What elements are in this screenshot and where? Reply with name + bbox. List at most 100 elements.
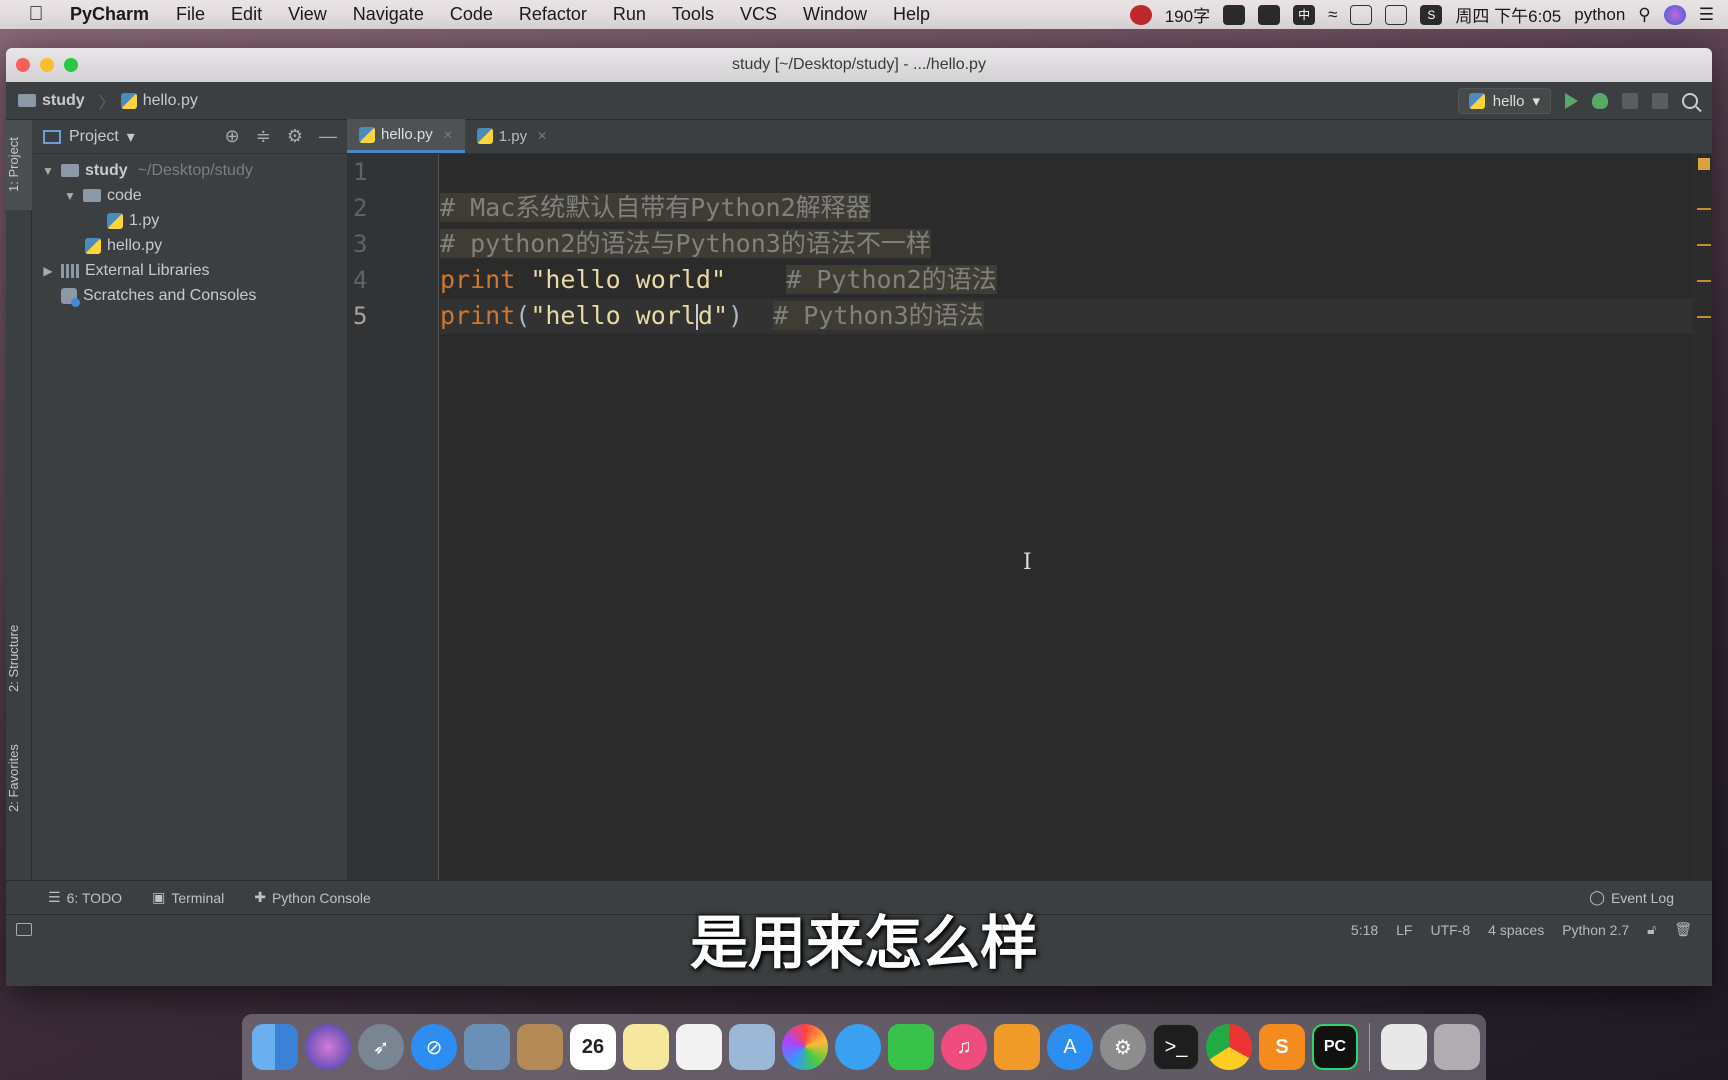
spotlight-icon[interactable]: ⚲ [1638,5,1650,25]
gear-icon[interactable]: ⚙ [287,126,303,147]
image-capture-icon[interactable] [729,1024,775,1070]
calendar-day: 26 [581,1035,605,1058]
menu-vcs[interactable]: VCS [727,4,790,25]
siri-icon[interactable] [1663,4,1686,25]
shield-tray-icon[interactable] [1258,4,1281,25]
clock[interactable]: 周四 下午6:05 [1455,2,1561,27]
messages-icon[interactable] [835,1024,881,1070]
contacts-icon[interactable] [517,1024,563,1070]
tree-item-code[interactable]: ▼ code [33,183,347,208]
menu-edit[interactable]: Edit [218,4,275,25]
tree-item-scratches[interactable]: Scratches and Consoles [33,283,347,308]
menu-tools[interactable]: Tools [659,4,727,25]
search-everywhere-icon[interactable] [1682,93,1698,109]
launchpad-icon[interactable]: ➶ [358,1024,404,1070]
debug-button[interactable] [1592,93,1608,109]
terminal-icon[interactable]: >_ [1153,1024,1199,1070]
notes-icon[interactable] [623,1024,669,1070]
pycharm-icon[interactable]: PC [1312,1024,1358,1070]
ibooks-icon[interactable] [994,1024,1040,1070]
error-stripe-mark[interactable] [1697,316,1711,318]
battery-icon[interactable] [1385,4,1408,25]
close-tab-icon[interactable]: ✕ [443,128,453,142]
tab-label: 1.py [498,127,528,145]
menu-window[interactable]: Window [790,4,880,25]
code-line-1[interactable] [440,154,1692,190]
menu-run[interactable]: Run [600,4,659,25]
tree-item-1py[interactable]: 1.py [33,208,347,233]
menu-file[interactable]: File [163,4,218,25]
tree-item-external-libraries[interactable]: ▶ External Libraries [33,258,347,283]
run-with-coverage-button[interactable] [1622,93,1638,109]
run-configuration-select[interactable]: hello ▾ [1457,88,1551,114]
menu-app-name[interactable]: PyCharm [70,4,149,25]
tree-item-hello-py[interactable]: hello.py [33,233,347,258]
itunes-icon[interactable]: ♫ [941,1024,987,1070]
tool-tab-structure[interactable]: 2: Structure [6,608,32,708]
tool-tab-project[interactable]: 1: Project [6,120,32,210]
code-line-5[interactable]: print("hello world") # Python3的语法 [440,298,1692,334]
weibo-icon[interactable] [1129,4,1152,25]
menu-help[interactable]: Help [880,4,943,25]
menu-navigate[interactable]: Navigate [340,4,437,25]
tray-app-icon[interactable] [1223,4,1246,25]
tool-tab-favorites[interactable]: 2: Favorites [6,728,32,828]
trash-icon[interactable] [1434,1024,1480,1070]
code-line-4[interactable]: print "hello world" # Python2的语法 [440,262,1692,298]
stop-button[interactable] [1652,93,1668,109]
wifi-icon[interactable]: ≈ [1328,5,1337,25]
expand-arrow-icon[interactable]: ▶ [41,264,55,278]
hide-panel-icon[interactable]: — [319,126,337,147]
breadcrumb-file[interactable]: hello.py [143,92,198,110]
siri-icon[interactable] [305,1024,351,1070]
menu-view[interactable]: View [275,4,340,25]
airplay-icon[interactable] [1350,4,1373,25]
warning-indicator-icon[interactable] [1698,158,1710,170]
calendar-icon[interactable]: 26 [570,1024,616,1070]
photos-icon[interactable] [782,1024,828,1070]
expand-arrow-icon[interactable]: ▼ [41,164,55,178]
python-file-icon [476,128,493,144]
apple-icon[interactable]:  [16,3,56,26]
menu-extras: 190字 中 ≈ S 周四 下午6:05 python ⚲ ☰ [1129,0,1728,29]
menu-refactor[interactable]: Refactor [506,4,600,25]
error-stripe-mark[interactable] [1697,280,1711,282]
finder-icon[interactable] [252,1024,298,1070]
project-panel-actions: ⊕ ≑ ⚙ — [225,126,337,147]
menu-code[interactable]: Code [437,4,506,25]
system-preferences-icon[interactable]: ⚙ [1100,1024,1146,1070]
facetime-icon[interactable] [888,1024,934,1070]
sublime-text-icon[interactable]: S [1259,1024,1305,1070]
preview-icon[interactable] [464,1024,510,1070]
run-button[interactable] [1565,93,1578,109]
project-view-select[interactable]: Project [69,128,119,146]
downloads-stack-icon[interactable] [1381,1024,1427,1070]
code-area[interactable]: 1 2 3 4 5 # Mac系统默认自带有Python2解释器 # pytho… [347,154,1712,880]
error-stripe-mark[interactable] [1697,244,1711,246]
notification-center-icon[interactable]: ☰ [1699,5,1714,25]
collapse-all-icon[interactable]: ≑ [256,126,271,147]
reminders-icon[interactable] [676,1024,722,1070]
chevron-down-icon[interactable]: ▾ [127,127,135,147]
tab-hello-py[interactable]: hello.py ✕ [347,119,465,153]
chrome-icon[interactable] [1206,1024,1252,1070]
code-line-3[interactable]: # python2的语法与Python3的语法不一样 [440,226,1692,262]
string-literal: "hello world" [530,265,726,294]
expand-arrow-icon[interactable]: ▼ [63,189,77,203]
app-store-icon[interactable]: A [1047,1024,1093,1070]
code-line-2[interactable]: # Mac系统默认自带有Python2解释器 [440,190,1692,226]
tree-item-study[interactable]: ▼ study ~/Desktop/study [33,158,347,183]
input-method-icon[interactable]: 中 [1293,4,1316,25]
code-lines[interactable]: # Mac系统默认自带有Python2解释器 # python2的语法与Pyth… [440,154,1692,334]
error-stripe-mark[interactable] [1697,208,1711,210]
locate-file-icon[interactable]: ⊕ [225,126,240,147]
error-stripe[interactable] [1694,154,1712,880]
close-tab-icon[interactable]: ✕ [537,129,547,143]
word-count[interactable]: 190字 [1165,2,1210,27]
sync-tray-icon[interactable]: S [1420,4,1443,25]
tab-1-py[interactable]: 1.py ✕ [465,119,559,153]
line-number: 3 [353,230,368,258]
user-name[interactable]: python [1574,5,1625,25]
breadcrumb-project[interactable]: study [42,92,85,110]
safari-icon[interactable]: ⊘ [411,1024,457,1070]
